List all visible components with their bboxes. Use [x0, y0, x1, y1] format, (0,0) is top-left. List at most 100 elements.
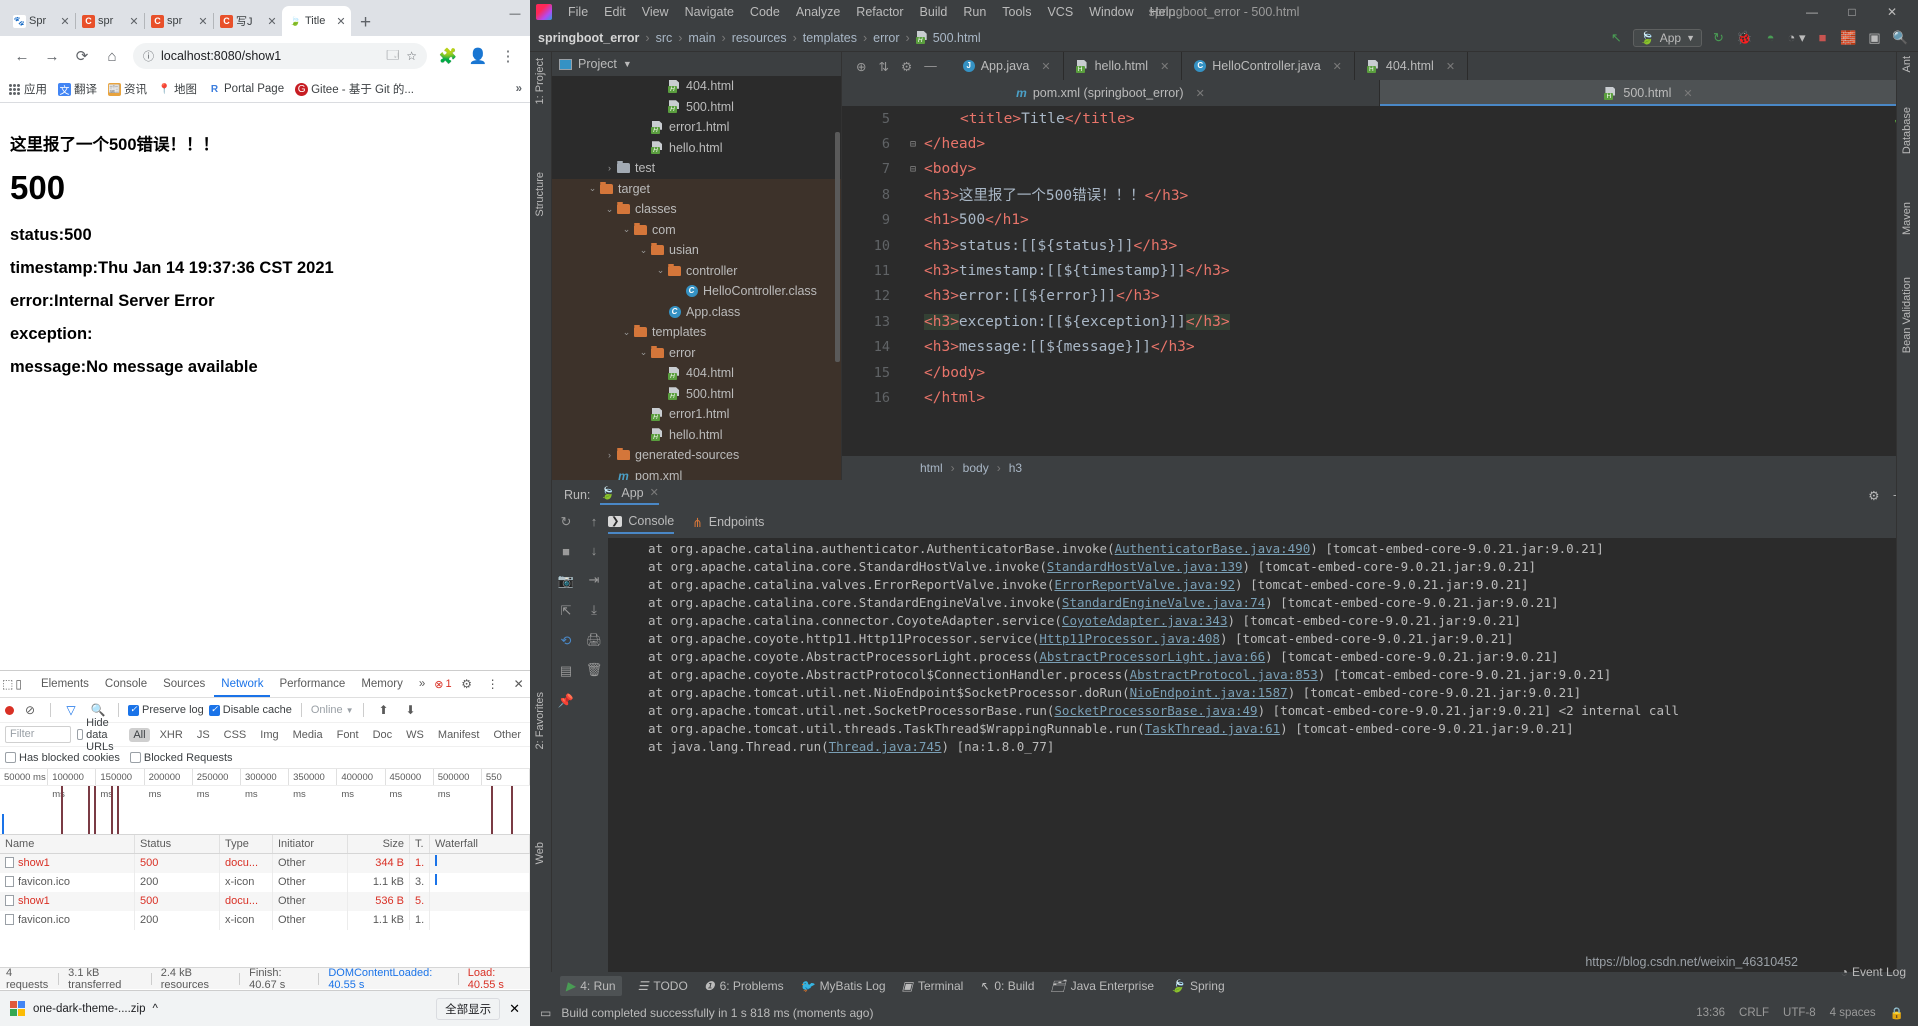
column-header-initiator[interactable]: Initiator	[273, 835, 348, 853]
tree-node[interactable]: 500.html	[552, 383, 841, 404]
code-line[interactable]: 16 </html>	[842, 385, 1918, 410]
locate-icon[interactable]: ⊕	[856, 59, 866, 74]
tree-node[interactable]: hello.html	[552, 138, 841, 159]
type-filter-media[interactable]: Media	[289, 728, 327, 742]
code-line[interactable]: 8 <h3>这里报了一个500错误！！！</h3>	[842, 182, 1918, 207]
tree-node[interactable]: ⌄ com	[552, 219, 841, 240]
table-row[interactable]: show1 500 docu... Other 536 B 5.	[0, 892, 530, 911]
tab-elements[interactable]: Elements	[34, 671, 96, 697]
tab-console[interactable]: Console	[98, 671, 154, 697]
menu-edit[interactable]: Edit	[596, 3, 634, 21]
minimize-icon[interactable]: —	[1792, 0, 1832, 24]
type-filter-doc[interactable]: Doc	[369, 728, 397, 742]
terminal-icon[interactable]: ▣	[1865, 28, 1884, 47]
breadcrumb-html[interactable]: html	[920, 461, 943, 475]
collapse-all-icon[interactable]: ⇅	[878, 59, 888, 74]
restart-icon[interactable]: ⟲	[561, 633, 572, 649]
home-icon[interactable]: ⌂	[98, 42, 126, 70]
print-icon[interactable]: 🖨	[586, 632, 603, 648]
stacktrace-link[interactable]: SocketProcessorBase.java:49	[1054, 703, 1257, 718]
status-encoding[interactable]: UTF-8	[1783, 1007, 1816, 1019]
close-tab-icon[interactable]: ✕	[1683, 87, 1692, 100]
editor-code-area[interactable]: 5 <title>Title</title> 6 ⊟ </head> 7 ⊟ <body> 8 <…	[842, 106, 1918, 448]
stacktrace-link[interactable]: Thread.java:745	[829, 739, 942, 754]
project-file-tree[interactable]: 404.html 500.html error1.html hello.html › te…	[552, 76, 841, 480]
tab-memory[interactable]: Memory	[354, 671, 410, 697]
menu-run[interactable]: Run	[955, 3, 994, 21]
column-header-waterfall[interactable]: Waterfall	[430, 835, 530, 853]
column-header-name[interactable]: Name	[0, 835, 135, 853]
close-tab-icon[interactable]: ✕	[1333, 60, 1342, 73]
bookmarks-overflow-icon[interactable]: »	[516, 83, 522, 95]
breadcrumb-resources[interactable]: resources	[732, 31, 787, 45]
tool-window-terminal[interactable]: ▣ Terminal	[902, 979, 964, 993]
stacktrace-link[interactable]: AuthenticatorBase.java:490	[1115, 541, 1311, 556]
chrome-menu-icon[interactable]: ⋮	[494, 42, 522, 70]
tree-expander-icon[interactable]: ›	[603, 163, 616, 173]
code-line[interactable]: 14 <h3>message:[[${message}]]</h3>	[842, 335, 1918, 360]
run-with-coverage-icon[interactable]: ◓	[1761, 28, 1780, 47]
thread-dump-icon[interactable]: ⇱	[561, 603, 572, 619]
browser-tab-0[interactable]: 🐾 Spr ✕	[6, 6, 76, 36]
tab-performance[interactable]: Performance	[272, 671, 352, 697]
tool-window-mybatis-log[interactable]: 🐦 MyBatis Log	[800, 979, 886, 993]
tree-expander-icon[interactable]: ⌄	[620, 327, 633, 338]
tree-node[interactable]: 404.html	[552, 76, 841, 97]
menu-build[interactable]: Build	[912, 3, 956, 21]
tool-window-run[interactable]: ▶ 4: Run	[560, 976, 622, 996]
reload-icon[interactable]: ⟳	[68, 42, 96, 70]
tree-node[interactable]: ⌄ templates	[552, 322, 841, 343]
back-arrow-icon[interactable]: ↖	[1607, 28, 1626, 47]
puzzle-extension-icon[interactable]: 🧩	[434, 42, 462, 70]
tree-node[interactable]: ⌄ controller	[552, 260, 841, 281]
editor-tab-app-java[interactable]: J App.java ✕	[951, 52, 1064, 80]
menu-analyze[interactable]: Analyze	[788, 3, 848, 21]
inspect-element-icon[interactable]: ⬚	[2, 673, 13, 695]
record-button-icon[interactable]	[5, 705, 14, 715]
stacktrace-link[interactable]: NioEndpoint.java:1587	[1130, 685, 1288, 700]
tree-node[interactable]: ⌄ usian	[552, 240, 841, 261]
menu-code[interactable]: Code	[742, 3, 788, 21]
stacktrace-link[interactable]: TaskThread.java:61	[1145, 721, 1280, 736]
breadcrumb-body[interactable]: body	[963, 461, 989, 475]
breadcrumb-src[interactable]: src	[656, 31, 673, 45]
close-icon[interactable]: ✕	[508, 673, 530, 695]
code-fold-icon[interactable]: ⊟	[902, 164, 924, 175]
menu-view[interactable]: View	[634, 3, 677, 21]
bookmark-star-icon[interactable]: ☆	[406, 49, 417, 63]
tree-node[interactable]: C HelloController.class	[552, 281, 841, 302]
tree-expander-icon[interactable]: ›	[603, 450, 616, 460]
disable-cache-checkbox[interactable]: Disable cache	[208, 704, 292, 716]
tree-node[interactable]: ⌄ error	[552, 342, 841, 363]
preserve-log-checkbox[interactable]: Preserve log	[128, 704, 204, 716]
bookmark-portal-page[interactable]: R Portal Page	[208, 83, 284, 96]
tree-node[interactable]: ⌄ classes	[552, 199, 841, 220]
code-line[interactable]: 13 <h3>exception:[[${exception}]]</h3>	[842, 309, 1918, 334]
network-overview-timeline[interactable]: 50000 ms 100000 ms 150000 ms 200000 ms 2…	[0, 769, 530, 835]
gear-icon[interactable]: ⚙	[1868, 488, 1879, 503]
profile-icon[interactable]: 👤	[464, 42, 492, 70]
type-filter-other[interactable]: Other	[489, 728, 525, 742]
table-row[interactable]: favicon.ico 200 x-icon Other 1.1 kB 3.	[0, 873, 530, 892]
close-icon[interactable]: ✕	[650, 486, 659, 499]
menu-vcs[interactable]: VCS	[1039, 3, 1081, 21]
project-tree-scrollbar[interactable]	[835, 132, 840, 362]
browser-tab-2[interactable]: C spr ✕	[144, 6, 214, 36]
structure-tool-tab[interactable]: Structure	[534, 172, 546, 217]
bookmark-apps[interactable]: 应用	[8, 81, 47, 97]
soft-wrap-icon[interactable]: ⇥	[589, 572, 600, 588]
tab-network[interactable]: Network	[214, 671, 271, 697]
column-header-time[interactable]: T.	[410, 835, 430, 853]
tool-window-problems[interactable]: ❶ 6: Problems	[704, 979, 784, 993]
ant-tool-tab[interactable]: Ant	[1901, 56, 1913, 73]
code-line[interactable]: 9 <h1>500</h1>	[842, 208, 1918, 233]
close-tab-icon[interactable]: ✕	[197, 15, 209, 28]
breadcrumb-error[interactable]: error	[873, 31, 899, 45]
tool-tab-project[interactable]: 1: Project	[534, 58, 546, 104]
type-filter-all[interactable]: All	[129, 727, 150, 742]
close-tab-icon[interactable]: ✕	[1446, 60, 1455, 73]
menu-window[interactable]: Window	[1081, 3, 1141, 21]
browser-tab-1[interactable]: C spr ✕	[75, 6, 145, 36]
tree-node[interactable]: › generated-sources	[552, 445, 841, 466]
close-tab-icon[interactable]: ✕	[266, 15, 278, 28]
